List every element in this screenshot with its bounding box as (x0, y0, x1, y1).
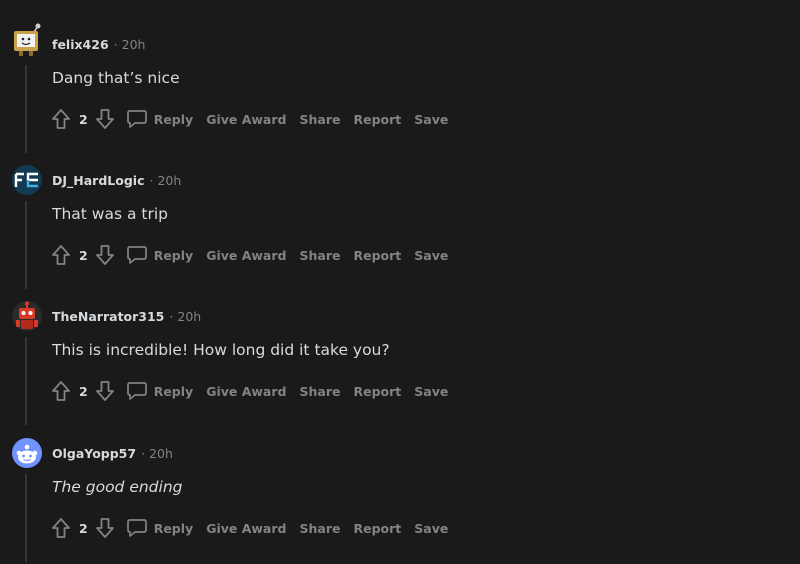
speech-bubble-icon (126, 246, 147, 264)
upvote-arrow-icon (52, 109, 70, 129)
comment-body: That was a trip (52, 205, 168, 223)
share-button[interactable]: Share (299, 521, 340, 536)
comment-body: This is incredible! How long did it take… (52, 341, 390, 359)
speech-bubble-icon (126, 110, 147, 128)
reply-button[interactable]: Reply (126, 245, 206, 265)
reply-label: Reply (153, 520, 194, 536)
comment-actions: 2 Reply Give Award Share Report Save (50, 516, 461, 540)
vote-score: 2 (79, 111, 88, 127)
give-award-button[interactable]: Give Award (206, 521, 286, 536)
give-award-button[interactable]: Give Award (206, 112, 286, 127)
reply-button[interactable]: Reply (126, 518, 206, 538)
comment-meta: felix426 · 20h (52, 37, 145, 53)
save-button[interactable]: Save (414, 112, 448, 127)
username[interactable]: DJ_HardLogic (52, 173, 144, 188)
report-button[interactable]: Report (353, 521, 401, 536)
timestamp[interactable]: 20h (177, 309, 201, 324)
comment-meta: TheNarrator315 · 20h (52, 309, 201, 325)
separator-dot: · (149, 173, 154, 188)
upvote-button[interactable] (50, 243, 72, 267)
report-button[interactable]: Report (353, 112, 401, 127)
vote-score: 2 (79, 247, 88, 263)
comment: felix426 · 20h Dang that’s nice 2 Reply Gi… (0, 23, 800, 155)
downvote-button[interactable] (94, 243, 116, 267)
thread-line[interactable] (25, 474, 27, 562)
report-button[interactable]: Report (353, 248, 401, 263)
thread-line[interactable] (25, 201, 27, 289)
tv-robot-avatar-icon[interactable] (12, 23, 42, 59)
comment-body: The good ending (52, 478, 183, 496)
speech-bubble-icon (126, 519, 147, 537)
timestamp[interactable]: 20h (149, 446, 173, 461)
reply-label: Reply (153, 247, 194, 263)
upvote-arrow-icon (52, 381, 70, 401)
report-button[interactable]: Report (353, 384, 401, 399)
give-award-button[interactable]: Give Award (206, 384, 286, 399)
comment-actions: 2 Reply Give Award Share Report Save (50, 107, 461, 131)
comment: OlgaYopp57 · 20h The good ending 2 Reply G… (0, 434, 800, 564)
downvote-button[interactable] (94, 516, 116, 540)
thread-line[interactable] (25, 65, 27, 153)
vote-score: 2 (79, 520, 88, 536)
separator-dot: · (169, 309, 174, 324)
timestamp[interactable]: 20h (122, 37, 146, 52)
downvote-arrow-icon (95, 381, 114, 401)
save-button[interactable]: Save (414, 384, 448, 399)
vote-score: 2 (79, 383, 88, 399)
downvote-button[interactable] (94, 107, 116, 131)
comment-actions: 2 Reply Give Award Share Report Save (50, 243, 461, 267)
reply-label: Reply (153, 111, 194, 127)
thread-line[interactable] (25, 337, 27, 425)
reply-button[interactable]: Reply (126, 109, 206, 129)
upvote-button[interactable] (50, 516, 72, 540)
downvote-arrow-icon (95, 245, 114, 265)
share-button[interactable]: Share (299, 384, 340, 399)
comment: TheNarrator315 · 20h This is incredible! H… (0, 297, 800, 427)
save-button[interactable]: Save (414, 248, 448, 263)
reply-label: Reply (153, 383, 194, 399)
downvote-arrow-icon (95, 109, 114, 129)
share-button[interactable]: Share (299, 248, 340, 263)
fc-logo-avatar-icon[interactable] (12, 165, 42, 195)
give-award-button[interactable]: Give Award (206, 248, 286, 263)
downvote-button[interactable] (94, 379, 116, 403)
comment-actions: 2 Reply Give Award Share Report Save (50, 379, 461, 403)
upvote-button[interactable] (50, 379, 72, 403)
comment-body: Dang that’s nice (52, 69, 180, 87)
share-button[interactable]: Share (299, 112, 340, 127)
upvote-arrow-icon (52, 518, 70, 538)
red-robot-avatar-icon[interactable] (12, 301, 42, 331)
comment-meta: DJ_HardLogic · 20h (52, 173, 181, 189)
username[interactable]: TheNarrator315 (52, 309, 164, 324)
speech-bubble-icon (126, 382, 147, 400)
default-snoo-avatar-icon[interactable] (12, 438, 42, 468)
username[interactable]: felix426 (52, 37, 109, 52)
timestamp[interactable]: 20h (157, 173, 181, 188)
comment-meta: OlgaYopp57 · 20h (52, 446, 173, 462)
username[interactable]: OlgaYopp57 (52, 446, 136, 461)
separator-dot: · (141, 446, 146, 461)
comment: DJ_HardLogic · 20h That was a trip 2 Reply… (0, 161, 800, 291)
reply-button[interactable]: Reply (126, 381, 206, 401)
save-button[interactable]: Save (414, 521, 448, 536)
upvote-arrow-icon (52, 245, 70, 265)
downvote-arrow-icon (95, 518, 114, 538)
separator-dot: · (113, 37, 118, 52)
upvote-button[interactable] (50, 107, 72, 131)
